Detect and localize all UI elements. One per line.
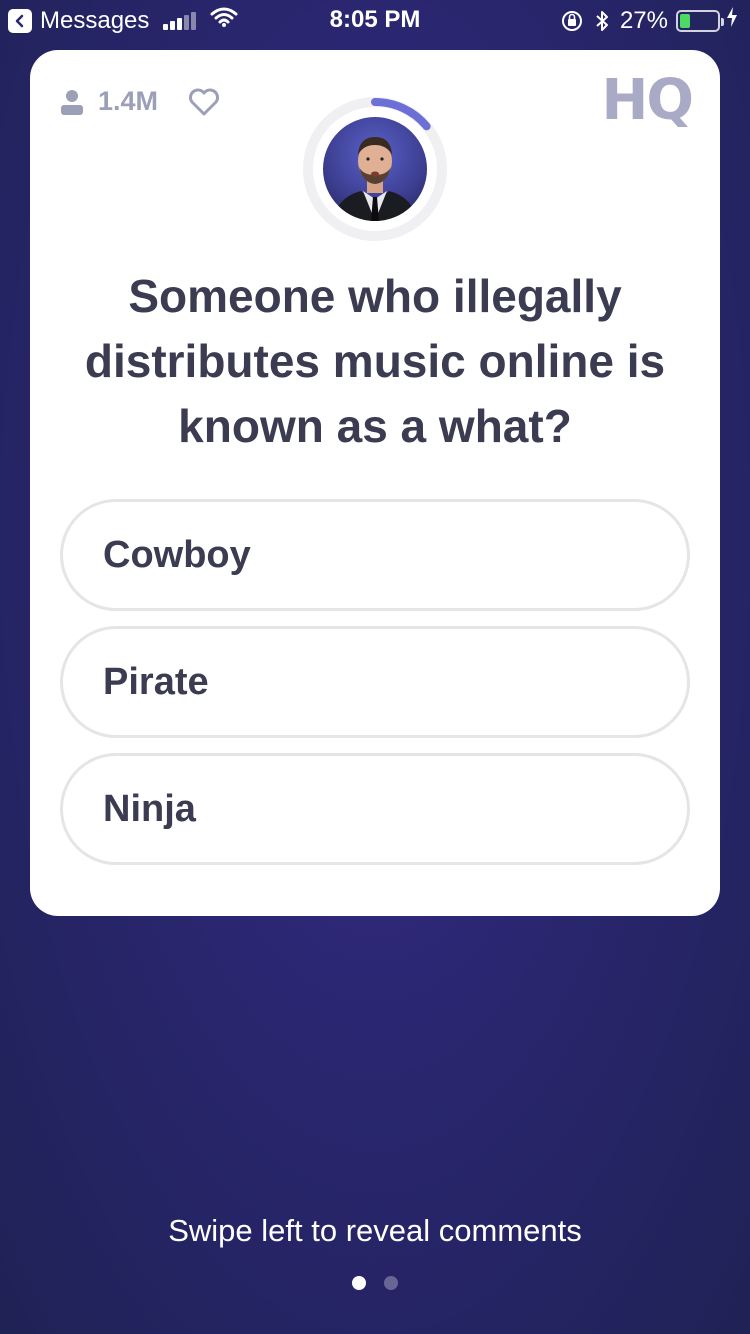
- question-text: Someone who illegally distributes music …: [84, 270, 666, 452]
- battery-level-fill: [680, 13, 690, 28]
- answer-option[interactable]: Ninja: [60, 753, 690, 865]
- heart-icon[interactable]: [188, 87, 220, 117]
- hq-logo: HQ: [601, 68, 694, 133]
- bluetooth-icon: [594, 9, 610, 33]
- answer-label: Cowboy: [103, 533, 251, 576]
- status-bar: Messages 8:05 PM 27%: [0, 0, 750, 40]
- charging-bolt-icon: [726, 6, 738, 35]
- battery-percent: 27%: [619, 6, 668, 34]
- battery-icon: [676, 9, 724, 32]
- host-avatar: [323, 117, 427, 221]
- countdown-timer: [302, 96, 448, 242]
- answer-option[interactable]: Pirate: [60, 626, 690, 738]
- answer-label: Pirate: [103, 660, 209, 703]
- page-dot[interactable]: [352, 1276, 366, 1290]
- orientation-lock-icon: [560, 9, 584, 33]
- status-right: 27%: [560, 6, 738, 35]
- answer-label: Ninja: [103, 787, 196, 830]
- viewer-stats: 1.4M: [60, 86, 220, 117]
- swipe-hint: Swipe left to reveal comments: [168, 1213, 582, 1248]
- person-icon: [61, 89, 83, 115]
- viewer-count: 1.4M: [98, 86, 159, 116]
- page-dot[interactable]: [384, 1276, 398, 1290]
- page-indicator[interactable]: [0, 1276, 750, 1290]
- answer-option[interactable]: Cowboy: [60, 499, 690, 611]
- question-card: 1.4M HQ Someone who illegally distribute…: [30, 50, 720, 916]
